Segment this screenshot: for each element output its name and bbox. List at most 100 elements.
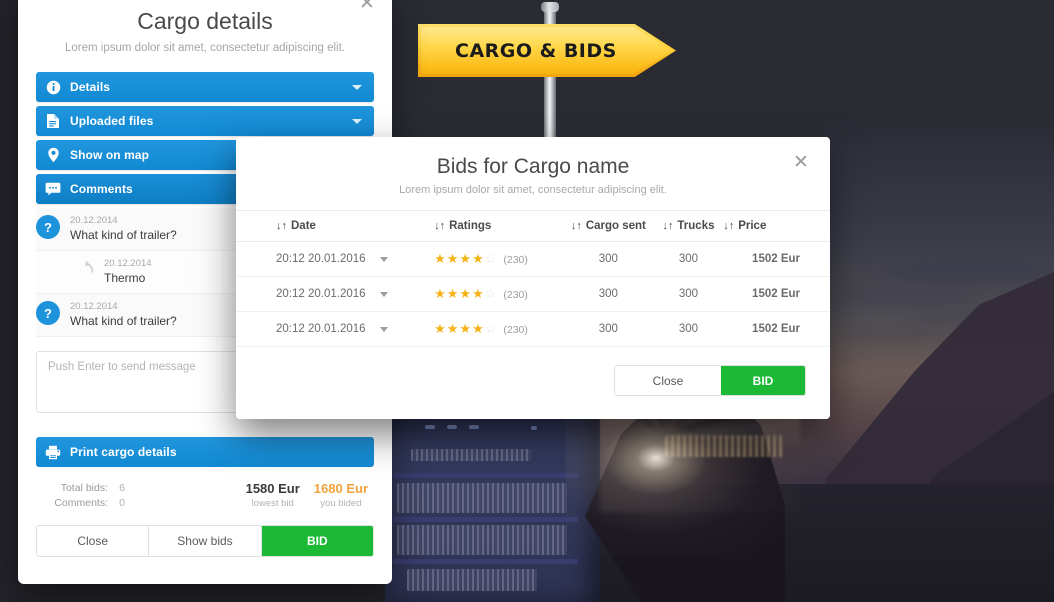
close-icon[interactable]: ✕ xyxy=(356,0,378,14)
bids-table: ↓↑ Date ↓↑ Ratings ↓↑ Cargo sent ↓↑ Trucks ↓… xyxy=(236,210,830,347)
table-row[interactable]: 20:12 20.01.2016 ★ ★ ★ ★ ☆ (230) 300 300 150… xyxy=(236,311,830,347)
star-icon: ★ xyxy=(459,321,472,336)
close-button[interactable]: Close xyxy=(615,366,721,395)
star-icon: ★ xyxy=(459,251,472,266)
cell-trucks: 300 xyxy=(653,311,724,347)
totals-amounts: 1580 Eur lowest bid 1680 Eur you bided xyxy=(246,481,368,510)
cell-price: 1502 Eur xyxy=(723,276,830,312)
cell-date: 20:12 20.01.2016 xyxy=(236,276,425,312)
column-header-cargo-sent[interactable]: ↓↑ Cargo sent xyxy=(563,210,654,242)
comment-bubble-icon xyxy=(36,182,70,196)
table-row[interactable]: 20:12 20.01.2016 ★ ★ ★ ★ ☆ (230) 300 300 150… xyxy=(236,276,830,312)
star-icon-empty: ☆ xyxy=(484,251,497,266)
your-bid-caption: you bided xyxy=(320,498,362,509)
column-label: Price xyxy=(738,220,767,232)
bids-modal-title: Bids for Cargo name xyxy=(436,155,630,178)
cell-cargo-sent: 300 xyxy=(563,276,654,312)
cell-price: 1502 Eur xyxy=(723,241,830,277)
star-icon: ★ xyxy=(446,321,459,336)
reply-arrow-icon xyxy=(80,258,98,274)
avatar: ? xyxy=(36,301,60,325)
comments-count-label: Comments: xyxy=(54,497,108,509)
star-icon: ★ xyxy=(472,251,484,266)
star-icon: ★ xyxy=(434,286,446,301)
page-subtitle: Lorem ipsum dolor sit amet, consectetur … xyxy=(65,42,345,54)
total-bids-value: 6 xyxy=(119,482,125,494)
sort-icon[interactable]: ↓↑ xyxy=(276,220,287,232)
column-header-price[interactable]: ↓↑ Price xyxy=(723,210,830,242)
info-icon xyxy=(36,80,70,95)
print-cargo-details-button[interactable]: Print cargo details xyxy=(36,437,374,467)
rating-count: (230) xyxy=(503,254,528,266)
comments-count-value: 0 xyxy=(119,497,125,509)
star-icon-empty: ☆ xyxy=(484,321,497,336)
cell-ratings: ★ ★ ★ ★ ☆ (230) xyxy=(424,311,564,347)
star-icon: ★ xyxy=(459,286,472,301)
close-button[interactable]: Close xyxy=(37,526,150,556)
accordion-label: Uploaded files xyxy=(70,114,154,128)
bids-modal: ✕ Bids for Cargo name Lorem ipsum dolor … xyxy=(236,137,830,419)
cell-price: 1502 Eur xyxy=(723,311,830,347)
sign-pole-cap xyxy=(541,2,559,12)
star-icon: ★ xyxy=(434,321,446,336)
comments-count-row: Comments: 0 xyxy=(42,496,136,511)
chevron-down-icon[interactable] xyxy=(352,118,362,124)
truck-front xyxy=(385,407,600,602)
show-bids-button[interactable]: Show bids xyxy=(149,526,262,556)
totals-counts: Total bids: 6 Comments: 0 xyxy=(42,481,136,511)
sort-icon[interactable]: ↓↑ xyxy=(571,220,582,232)
chevron-down-icon[interactable] xyxy=(379,326,388,332)
lowest-bid: 1580 Eur lowest bid xyxy=(246,481,300,510)
chevron-down-icon[interactable] xyxy=(352,84,362,90)
cell-date: 20:12 20.01.2016 xyxy=(236,241,425,277)
total-bids-row: Total bids: 6 xyxy=(42,481,136,496)
map-pin-icon xyxy=(36,147,70,163)
star-rating: ★ ★ ★ ★ ☆ xyxy=(434,252,496,265)
sort-icon[interactable]: ↓↑ xyxy=(723,220,734,232)
chevron-down-icon[interactable] xyxy=(379,291,388,297)
column-header-date[interactable]: ↓↑ Date xyxy=(236,210,425,242)
cargo-panel-header: Cargo details Lorem ipsum dolor sit amet… xyxy=(18,0,392,54)
sort-icon[interactable]: ↓↑ xyxy=(662,220,673,232)
totals-summary: Total bids: 6 Comments: 0 1580 Eur lowes… xyxy=(36,481,374,511)
column-header-ratings[interactable]: ↓↑ Ratings xyxy=(424,210,564,242)
column-label: Trucks xyxy=(677,220,715,232)
total-bids-label: Total bids: xyxy=(60,482,108,494)
cell-cargo-sent: 300 xyxy=(563,241,654,277)
chevron-down-icon[interactable] xyxy=(379,256,388,262)
accordion-item-uploaded-files[interactable]: Uploaded files xyxy=(36,106,374,136)
date-value: 20:12 20.01.2016 xyxy=(276,253,366,265)
lowest-bid-caption: lowest bid xyxy=(251,498,294,509)
star-icon: ★ xyxy=(434,251,446,266)
bids-modal-actions: Close BID xyxy=(236,347,830,396)
table-row[interactable]: 20:12 20.01.2016 ★ ★ ★ ★ ☆ (230) 300 300 150… xyxy=(236,241,830,277)
column-label: Cargo sent xyxy=(585,220,646,232)
cell-ratings: ★ ★ ★ ★ ☆ (230) xyxy=(424,241,564,277)
column-label: Ratings xyxy=(449,220,492,232)
date-value: 20:12 20.01.2016 xyxy=(276,323,366,335)
document-icon xyxy=(36,113,70,129)
printer-icon xyxy=(36,445,70,460)
accordion-label: Show on map xyxy=(70,148,150,162)
screenshot-root: CARGO & BIDS ✕ Cargo details Lorem ipsum… xyxy=(0,0,1054,602)
cell-trucks: 300 xyxy=(653,241,724,277)
star-icon: ★ xyxy=(446,286,459,301)
accordion-label: Details xyxy=(70,80,111,94)
cargo-panel-actions: Close Show bids BID xyxy=(36,525,374,557)
sort-icon[interactable]: ↓↑ xyxy=(434,220,445,232)
accordion-item-details[interactable]: Details xyxy=(36,72,374,102)
cell-ratings: ★ ★ ★ ★ ☆ (230) xyxy=(424,276,564,312)
accordion-label: Comments xyxy=(70,182,133,196)
bids-modal-subtitle: Lorem ipsum dolor sit amet, consectetur … xyxy=(399,184,667,196)
star-rating: ★ ★ ★ ★ ☆ xyxy=(434,287,496,300)
your-bid: 1680 Eur you bided xyxy=(314,481,368,510)
sign-board: CARGO & BIDS xyxy=(421,27,673,74)
close-icon[interactable]: ✕ xyxy=(790,151,812,173)
avatar: ? xyxy=(36,215,60,239)
bid-button[interactable]: BID xyxy=(261,526,373,556)
rating-count: (230) xyxy=(503,289,528,301)
column-header-trucks[interactable]: ↓↑ Trucks xyxy=(653,210,724,242)
star-icon: ★ xyxy=(446,251,459,266)
bid-button[interactable]: BID xyxy=(721,366,805,395)
cell-date: 20:12 20.01.2016 xyxy=(236,311,425,347)
